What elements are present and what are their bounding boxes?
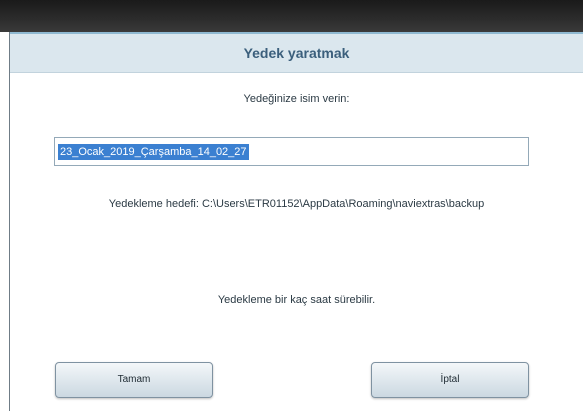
name-prompt: Yedeğinize isim verin: <box>243 93 350 105</box>
duration-note: Yedekleme bir kaç saat sürebilir. <box>217 294 376 306</box>
backup-name-value[interactable]: 23_Ocak_2019_Çarşamba_14_02_27 <box>58 144 249 160</box>
backup-dialog: Yedek yaratmak Yedeğinize isim verin: 23… <box>9 32 583 411</box>
dialog-title: Yedek yaratmak <box>243 45 350 61</box>
backup-target-path: Yedekleme hedefi: C:\Users\ETR01152\AppD… <box>108 198 485 210</box>
window-title-bar <box>0 0 583 32</box>
cancel-button[interactable]: İptal <box>371 362 529 398</box>
ok-button[interactable]: Tamam <box>55 362 213 398</box>
backup-name-input[interactable]: 23_Ocak_2019_Çarşamba_14_02_27 <box>54 137 529 166</box>
dialog-header: Yedek yaratmak <box>10 32 583 73</box>
